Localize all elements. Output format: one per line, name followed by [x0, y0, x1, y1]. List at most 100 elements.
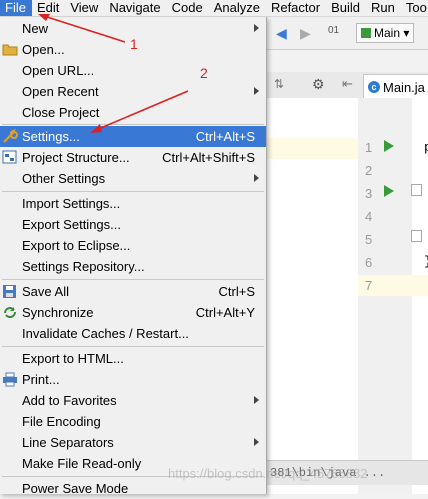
menu-file[interactable]: File	[0, 0, 32, 16]
project-structure-icon	[2, 150, 18, 165]
save-icon	[2, 284, 18, 299]
menu-item-label: Open URL...	[22, 63, 95, 78]
menu-item-label: Open Recent	[22, 84, 99, 99]
wrench-icon	[2, 129, 18, 144]
line-number: 7	[365, 278, 373, 293]
menu-separator	[2, 191, 264, 192]
shortcut: Ctrl+Alt+Shift+S	[162, 150, 255, 165]
menu-item-settings[interactable]: Settings... Ctrl+Alt+S	[0, 126, 266, 147]
submenu-arrow-icon	[254, 174, 259, 182]
menu-item-label: Print...	[22, 372, 60, 387]
menu-item-save-all[interactable]: Save All Ctrl+S	[0, 281, 266, 302]
line-number: 4	[365, 209, 373, 224]
menu-item-label: Settings...	[22, 129, 80, 144]
fold-icon[interactable]	[411, 184, 422, 196]
annotation-number: 1	[130, 36, 138, 52]
menu-item-label: Export to Eclipse...	[22, 238, 131, 253]
menu-item-invalidate-caches[interactable]: Invalidate Caches / Restart...	[0, 323, 266, 344]
run-config-select[interactable]: Main ▾	[356, 23, 415, 43]
line-number: 3	[365, 186, 373, 201]
gear-icon[interactable]: ⚙	[312, 76, 325, 93]
menu-item-label: Synchronize	[22, 305, 94, 320]
menu-item-label: Project Structure...	[22, 150, 130, 165]
menu-refactor[interactable]: Refactor	[266, 0, 326, 16]
shortcut: Ctrl+Alt+Y	[195, 305, 255, 320]
line-number: 1	[365, 140, 373, 155]
menu-separator	[2, 346, 264, 347]
menu-item-close-project[interactable]: Close Project	[0, 102, 266, 123]
menu-run[interactable]: Run	[366, 0, 401, 16]
editor-area[interactable]: p }	[412, 98, 428, 494]
annotation-number: 2	[200, 65, 208, 81]
tab-label: Main.ja	[383, 79, 425, 95]
tab-main-java[interactable]: c Main.ja	[363, 74, 428, 99]
back-arrow-icon[interactable]: ◀	[276, 25, 287, 42]
menu-item-label: Add to Favorites	[22, 393, 117, 408]
line-number: 6	[365, 255, 373, 270]
run-gutter-icon[interactable]	[384, 185, 394, 197]
menu-item-label: Import Settings...	[22, 196, 121, 211]
menu-item-open-url[interactable]: Open URL...	[0, 60, 266, 81]
menu-item-label: Make File Read-only	[22, 456, 142, 471]
menu-separator	[2, 124, 264, 125]
menu-navigate[interactable]: Navigate	[104, 0, 166, 16]
folder-icon	[2, 42, 18, 57]
menubar: File Edit View Navigate Code Analyze Ref…	[0, 0, 428, 17]
sync-icon	[2, 305, 18, 320]
code-line-6: }	[424, 254, 428, 269]
file-menu: New Open... Open URL... Open Recent Clos…	[0, 17, 267, 496]
menu-edit[interactable]: Edit	[32, 0, 65, 16]
menu-item-label: New	[22, 21, 49, 36]
toolbar: ◀ ▶ 01 Main ▾	[266, 17, 428, 50]
menu-view[interactable]: View	[65, 0, 104, 16]
editor-tabstrip: ⇅ ⚙ ⇤ c Main.ja	[266, 72, 428, 99]
menu-item-label: Close Project	[22, 105, 100, 120]
printer-icon	[2, 372, 18, 387]
menu-item-power-save-mode[interactable]: Power Save Mode	[0, 478, 266, 499]
menu-item-settings-repository[interactable]: Settings Repository...	[0, 256, 266, 277]
submenu-arrow-icon	[254, 438, 259, 446]
menu-item-export-html[interactable]: Export to HTML...	[0, 348, 266, 369]
line-number: 5	[365, 232, 373, 247]
project-pane	[266, 98, 358, 494]
menu-item-line-separators[interactable]: Line Separators	[0, 432, 266, 453]
menu-separator	[2, 279, 264, 280]
menu-item-label: Export Settings...	[22, 217, 121, 232]
forward-arrow-icon[interactable]: ▶	[300, 25, 311, 42]
menu-item-file-encoding[interactable]: File Encoding	[0, 411, 266, 432]
menu-tools[interactable]: Too	[401, 0, 428, 16]
menu-item-label: Open...	[22, 42, 65, 57]
code-line-1: p	[424, 140, 428, 155]
shortcut: Ctrl+S	[218, 284, 255, 299]
menu-item-print[interactable]: Print...	[0, 369, 266, 390]
menu-item-open-recent[interactable]: Open Recent	[0, 81, 266, 102]
line-number: 2	[365, 163, 373, 178]
submenu-arrow-icon	[254, 396, 259, 404]
menu-item-project-structure[interactable]: Project Structure... Ctrl+Alt+Shift+S	[0, 147, 266, 168]
menu-item-label: Save All	[22, 284, 69, 299]
watermark: https://blog.csdn.net/qq_45765882	[168, 466, 368, 481]
menu-item-import-settings[interactable]: Import Settings...	[0, 193, 266, 214]
submenu-arrow-icon	[254, 24, 259, 32]
highlight-row	[266, 138, 358, 159]
layout-icon[interactable]: ⇅	[274, 77, 284, 91]
menu-item-add-to-favorites[interactable]: Add to Favorites	[0, 390, 266, 411]
shortcut: Ctrl+Alt+S	[195, 129, 255, 144]
menu-item-export-settings[interactable]: Export Settings...	[0, 214, 266, 235]
run-gutter-icon[interactable]	[384, 140, 394, 152]
fold-icon[interactable]	[411, 230, 422, 242]
menu-analyze[interactable]: Analyze	[209, 0, 266, 16]
menu-item-label: Settings Repository...	[22, 259, 145, 274]
menu-item-export-eclipse[interactable]: Export to Eclipse...	[0, 235, 266, 256]
menu-item-label: Other Settings	[22, 171, 106, 186]
hide-panel-icon[interactable]: ⇤	[342, 76, 353, 92]
run-config-label: Main	[374, 26, 401, 40]
menu-build[interactable]: Build	[326, 0, 366, 16]
menu-item-label: Export to HTML...	[22, 351, 124, 366]
menu-code[interactable]: Code	[167, 0, 209, 16]
menu-item-label: Invalidate Caches / Restart...	[22, 326, 189, 341]
binary-icon[interactable]: 01	[328, 25, 339, 36]
menu-item-other-settings[interactable]: Other Settings	[0, 168, 266, 189]
menu-item-synchronize[interactable]: Synchronize Ctrl+Alt+Y	[0, 302, 266, 323]
run-config-icon	[361, 28, 371, 38]
